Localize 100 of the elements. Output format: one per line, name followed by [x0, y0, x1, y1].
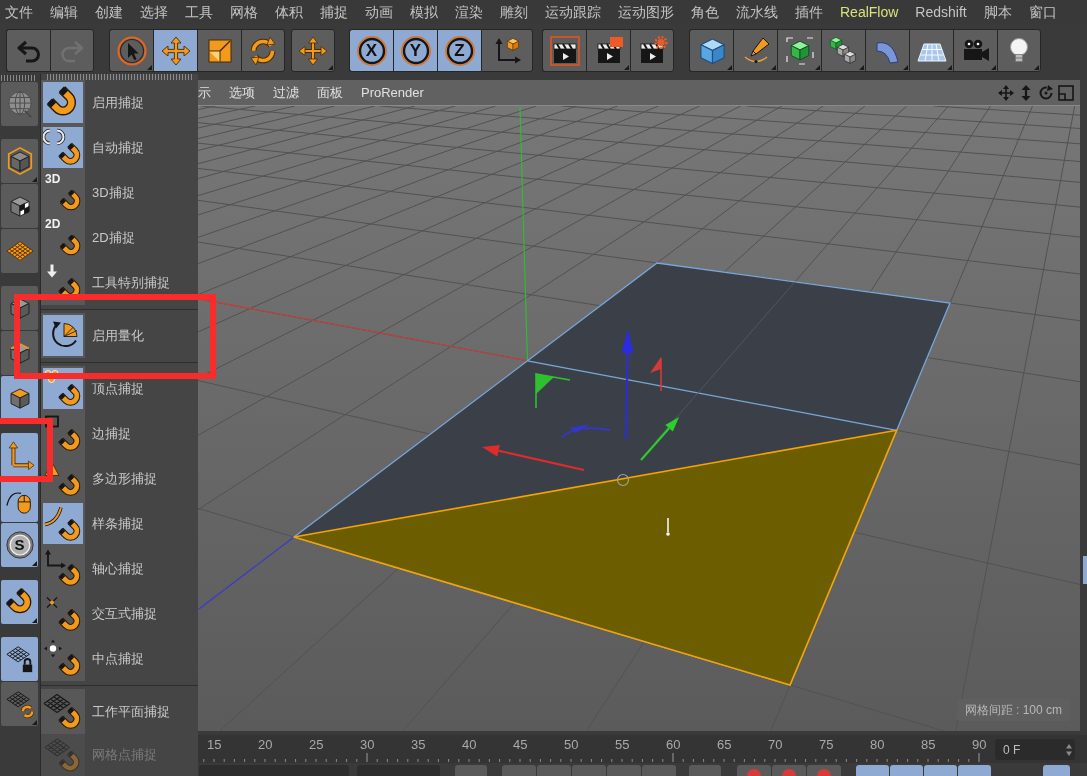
- triangle-icon: [32, 720, 37, 725]
- axis-lock-button[interactable]: X: [349, 29, 393, 72]
- selected-polygon[interactable]: [293, 429, 898, 686]
- snap-menu-item[interactable]: 自动捕捉: [41, 125, 198, 170]
- solo-button[interactable]: S: [1, 523, 38, 567]
- transform-tool-button[interactable]: [291, 29, 335, 72]
- gizmo-arrow[interactable]: [482, 444, 585, 471]
- menu-item[interactable]: 文件: [5, 1, 33, 23]
- gizmo-handle[interactable]: [535, 373, 571, 409]
- axis-lock-button[interactable]: Y: [393, 29, 437, 72]
- cube-button[interactable]: [689, 29, 733, 72]
- frame-number: 85: [921, 737, 937, 753]
- workplane-mode-button[interactable]: [1, 229, 38, 273]
- render-view-button[interactable]: [542, 29, 586, 72]
- record-button[interactable]: [737, 765, 771, 776]
- frame-field[interactable]: 0 F: [995, 739, 1075, 760]
- viewport-menu-item[interactable]: 面板: [317, 82, 343, 103]
- snap-menu-item[interactable]: 工作平面捕捉: [41, 689, 198, 734]
- floor-button[interactable]: [909, 29, 953, 72]
- menu-item[interactable]: 体积: [275, 1, 303, 23]
- gizmo-handle[interactable]: [561, 424, 611, 438]
- four-arrows-icon[interactable]: [998, 84, 1014, 101]
- menu-item[interactable]: 脚本: [983, 1, 1012, 23]
- frame-number: 45: [513, 737, 529, 753]
- menu-item[interactable]: 动画: [365, 1, 393, 23]
- snap-menu-item[interactable]: 中点捕捉: [41, 636, 198, 681]
- cloner-button[interactable]: [821, 29, 865, 72]
- scale-tool-button[interactable]: [197, 29, 241, 72]
- viewport-menu-item[interactable]: 选项: [229, 82, 255, 103]
- icon-label: 2D: [45, 218, 61, 231]
- menu-item[interactable]: 编辑: [50, 1, 78, 23]
- triangle-icon: [32, 561, 37, 566]
- snap-menu-item[interactable]: 交互式捕捉: [41, 591, 198, 636]
- menu-item[interactable]: 工具: [185, 1, 213, 23]
- menu-item[interactable]: 创建: [95, 1, 123, 23]
- snap-menu-item[interactable]: 轴心捕捉: [41, 546, 198, 591]
- drag-grip[interactable]: [1, 75, 37, 81]
- menu-item[interactable]: 网格: [230, 1, 258, 23]
- menu-item[interactable]: 插件: [795, 1, 823, 23]
- snap-button[interactable]: [1, 580, 38, 624]
- record-button[interactable]: [807, 765, 841, 776]
- menu-item[interactable]: 窗口: [1028, 1, 1057, 23]
- ring-icon: [355, 34, 388, 67]
- snap-menu-item[interactable]: 3D 3D捕捉: [41, 170, 198, 215]
- render-viewer-button[interactable]: [586, 29, 630, 72]
- frame-icon[interactable]: [1058, 84, 1074, 101]
- spinner-icon[interactable]: [1066, 743, 1072, 756]
- frame-number: 60: [666, 737, 682, 753]
- start-frame-field[interactable]: [199, 765, 349, 776]
- menu-item[interactable]: 雕刻: [500, 1, 528, 23]
- pen-button[interactable]: [733, 29, 777, 72]
- gizmo-handle[interactable]: [650, 357, 662, 392]
- viewport-menu-item[interactable]: 过滤: [273, 82, 299, 103]
- record-button[interactable]: [772, 765, 806, 776]
- deformer-button[interactable]: [865, 29, 909, 72]
- menu-item[interactable]: 渲染: [455, 1, 483, 23]
- subdivision-button[interactable]: [777, 29, 821, 72]
- snap-menu-item[interactable]: 边捕捉: [41, 411, 198, 456]
- grid-cycle-icon: [4, 689, 35, 719]
- menu-item[interactable]: Redshift: [915, 1, 967, 23]
- menu-item[interactable]: 流水线: [736, 1, 778, 23]
- model-mode-button[interactable]: [1, 139, 38, 183]
- texture-mode-button[interactable]: [1, 184, 38, 228]
- axis-lock-button[interactable]: Z: [437, 29, 481, 72]
- grid-lock-icon: [4, 644, 35, 674]
- light-button[interactable]: [997, 29, 1041, 72]
- ring-icon: [399, 34, 432, 67]
- move-tool-button[interactable]: [153, 29, 197, 72]
- rotate-icon[interactable]: [1038, 84, 1054, 101]
- coordinate-system-button[interactable]: [481, 29, 533, 72]
- gizmo-arrow[interactable]: [640, 417, 679, 461]
- frame-number: 15: [207, 737, 223, 753]
- viewport-menu-item[interactable]: 示: [198, 82, 211, 103]
- menu-item[interactable]: 运动图形: [618, 1, 674, 23]
- menu-item[interactable]: 模拟: [410, 1, 438, 23]
- drag-grip[interactable]: [47, 74, 192, 80]
- snap-menu-item[interactable]: 样条捕捉: [41, 501, 198, 546]
- selection-tool-button[interactable]: [109, 29, 153, 72]
- frame-number: 25: [309, 737, 325, 753]
- snap-menu-item[interactable]: 多边形捕捉: [41, 456, 198, 501]
- planar-workplane-button[interactable]: [1, 682, 38, 726]
- menu-item[interactable]: 角色: [691, 1, 719, 23]
- snap-menu-item[interactable]: 顶点捕捉: [41, 366, 198, 411]
- menu-item[interactable]: 运动跟踪: [545, 1, 601, 23]
- snap-menu-item[interactable]: 启用量化: [41, 313, 198, 358]
- snap-menu-item[interactable]: 启用捕捉: [41, 80, 198, 125]
- snap-menu-item[interactable]: 工具特别捕捉: [41, 260, 198, 305]
- axis-mode-button[interactable]: [1, 433, 38, 477]
- viewport-menu-item[interactable]: ProRender: [361, 82, 424, 103]
- lock-workplane-button[interactable]: [1, 637, 38, 681]
- render-settings-button[interactable]: [630, 29, 674, 72]
- view-mode-button[interactable]: [1, 82, 38, 126]
- menu-item[interactable]: 选择: [140, 1, 168, 23]
- rotate-tool-button[interactable]: [241, 29, 285, 72]
- triangle-icon: [859, 65, 864, 70]
- menu-item[interactable]: 捕捉: [320, 1, 348, 23]
- undo-button[interactable]: [6, 29, 50, 72]
- menu-item[interactable]: RealFlow: [840, 1, 899, 23]
- snap-menu-item[interactable]: 2D 2D捕捉: [41, 215, 198, 260]
- record-icon: [747, 768, 761, 776]
